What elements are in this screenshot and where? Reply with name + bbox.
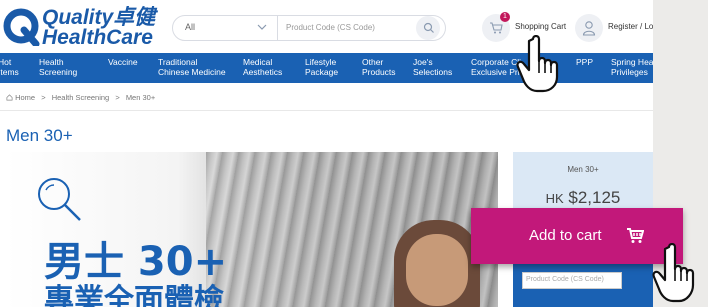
price-value: $2,125 [568, 188, 621, 207]
register-login-link[interactable]: Register / Log [608, 22, 653, 31]
nav-item-medical-aesthetics[interactable]: Medical Aesthetics [243, 57, 282, 77]
pointer-hand-icon [652, 243, 695, 303]
breadcrumb-separator: > [115, 93, 120, 102]
nav-item-vaccine[interactable]: Vaccine [108, 57, 138, 67]
pointer-hand-icon [516, 35, 559, 93]
breadcrumb-category[interactable]: Health Screening [52, 93, 110, 102]
logo-text-line1: Quality卓健 [42, 6, 156, 29]
shopping-cart-link[interactable]: Shopping Cart [515, 22, 566, 31]
cart-icon [490, 22, 503, 34]
nav-item-lifestyle-package[interactable]: Lifestyle Package [305, 57, 338, 77]
breadcrumb: Home > Health Screening > Men 30+ [6, 93, 159, 102]
person-face [406, 234, 468, 306]
panel-product-name: Men 30+ [567, 165, 599, 174]
nav-item-spring-health[interactable]: Spring Hea Privileges [611, 57, 653, 77]
nav-item-joes-selections[interactable]: Joe's Selections [413, 57, 452, 77]
banner-headline: 男士 30+ [44, 239, 228, 285]
nav-item-other-products[interactable]: Other Products [362, 57, 396, 77]
logo-text-line2: HealthCare [42, 26, 153, 49]
nav-item-hot-items[interactable]: Hot Items [0, 57, 19, 77]
search-placeholder: Product Code (CS Code) [286, 23, 375, 32]
cart-icon [627, 228, 644, 243]
magnifier-icon [38, 178, 81, 221]
add-to-cart-label: Add to cart [529, 227, 602, 244]
product-banner-image: 男士 30+ 專業全面體檢 [6, 152, 498, 307]
account-button[interactable] [575, 14, 603, 42]
logo[interactable]: Quality卓健 HealthCare [2, 6, 172, 48]
search-icon [423, 22, 434, 33]
price-currency: HK [545, 191, 564, 206]
search-button[interactable] [414, 15, 442, 41]
home-icon [6, 94, 13, 101]
nav-item-tcm[interactable]: Traditional Chinese Medicine [158, 57, 226, 77]
divider [0, 110, 653, 111]
panel-price: HK $2,125 [513, 188, 653, 208]
page-title: Men 30+ [6, 126, 73, 145]
breadcrumb-home[interactable]: Home [15, 93, 35, 102]
search-category-select[interactable]: All [172, 15, 278, 41]
chevron-down-icon [257, 24, 267, 30]
nav-item-health-screening[interactable]: Health Screening [39, 57, 77, 77]
user-icon [582, 21, 596, 36]
product-code-input[interactable]: Product Code (CS Code) [522, 272, 622, 289]
logo-q-icon [3, 8, 40, 46]
cart-count-badge: 1 [500, 12, 510, 22]
breadcrumb-current: Men 30+ [125, 93, 156, 102]
breadcrumb-separator: > [41, 93, 46, 102]
nav-item-ppp[interactable]: PPP [576, 57, 593, 67]
search-category-value: All [185, 22, 196, 32]
banner-subline: 專業全面體檢 [44, 283, 224, 307]
